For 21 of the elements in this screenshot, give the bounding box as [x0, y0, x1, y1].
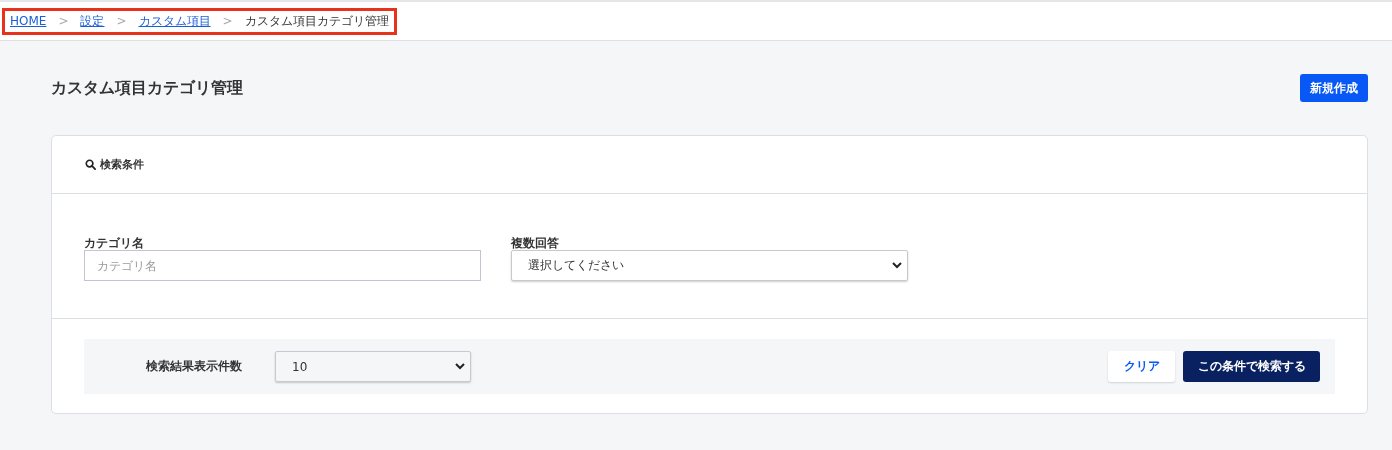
breadcrumb-link[interactable]: カスタム項目: [138, 12, 211, 30]
chevron-down-icon: [455, 363, 465, 370]
clear-button[interactable]: クリア: [1108, 351, 1175, 382]
category-name-field[interactable]: カテゴリ名: [84, 250, 481, 281]
panel-title: 検索条件: [100, 157, 144, 172]
breadcrumb-link[interactable]: HOME: [10, 14, 47, 28]
select-dropdown[interactable]: 選択してください: [511, 250, 908, 281]
per-page-label: 検索結果表示件数: [146, 358, 243, 375]
breadcrumb-separator: >: [222, 14, 233, 28]
field-label: カテゴリ名: [84, 235, 145, 250]
breadcrumb-link[interactable]: 設定: [80, 12, 105, 30]
breadcrumb-separator: >: [116, 14, 127, 28]
field-label: 複数回答: [511, 235, 560, 250]
breadcrumb-separator: >: [58, 14, 69, 28]
page-title: カスタム項目カテゴリ管理: [51, 77, 243, 99]
new-button[interactable]: 新規作成: [1300, 74, 1368, 102]
search-icon: [85, 159, 96, 170]
search-button[interactable]: この条件で検索する: [1183, 351, 1320, 382]
per-page-select[interactable]: 10: [275, 351, 471, 382]
chevron-down-icon: [892, 262, 902, 269]
breadcrumb-current: カスタム項目カテゴリ管理: [244, 12, 389, 30]
